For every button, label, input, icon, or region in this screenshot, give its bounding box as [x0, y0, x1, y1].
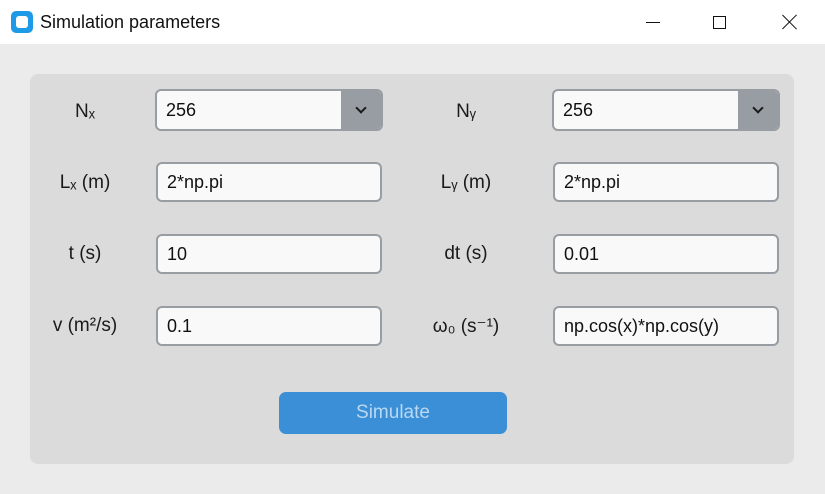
initial-vorticity-input[interactable]	[553, 306, 779, 346]
title-bar: Simulation parameters	[0, 0, 825, 44]
app-icon	[11, 11, 33, 33]
ly-label: Lᵧ (m)	[440, 172, 492, 193]
ny-select[interactable]: 256	[552, 89, 780, 131]
lx-label: Lₓ (m)	[59, 172, 111, 193]
nx-select-value: 256	[166, 100, 197, 120]
dt-label: dt (s)	[444, 243, 488, 264]
close-icon	[782, 14, 798, 30]
ny-label: Nᵧ	[456, 101, 476, 122]
maximize-icon	[712, 15, 726, 29]
viscosity-input[interactable]	[156, 306, 382, 346]
t-label: t (s)	[68, 243, 102, 264]
dt-input[interactable]	[553, 234, 779, 274]
ny-select-value: 256	[563, 100, 594, 120]
nx-label: Nₓ	[75, 101, 95, 122]
initial-vorticity-label: ω₀ (s⁻¹)	[432, 316, 500, 337]
ly-input[interactable]	[553, 162, 779, 202]
maximize-button[interactable]	[684, 0, 754, 44]
chevron-down-icon	[752, 102, 764, 114]
nx-select[interactable]: 256	[155, 89, 383, 131]
t-input[interactable]	[156, 234, 382, 274]
chevron-down-icon	[355, 102, 367, 114]
minimize-button[interactable]	[618, 0, 688, 44]
minimize-icon	[646, 21, 660, 23]
lx-input[interactable]	[156, 162, 382, 202]
nx-dropdown-button[interactable]	[341, 91, 381, 129]
ny-dropdown-button[interactable]	[738, 91, 778, 129]
close-button[interactable]	[755, 0, 825, 44]
viscosity-label: v (m²/s)	[52, 315, 118, 336]
window-title: Simulation parameters	[40, 12, 221, 32]
simulate-button[interactable]: Simulate	[279, 392, 507, 434]
